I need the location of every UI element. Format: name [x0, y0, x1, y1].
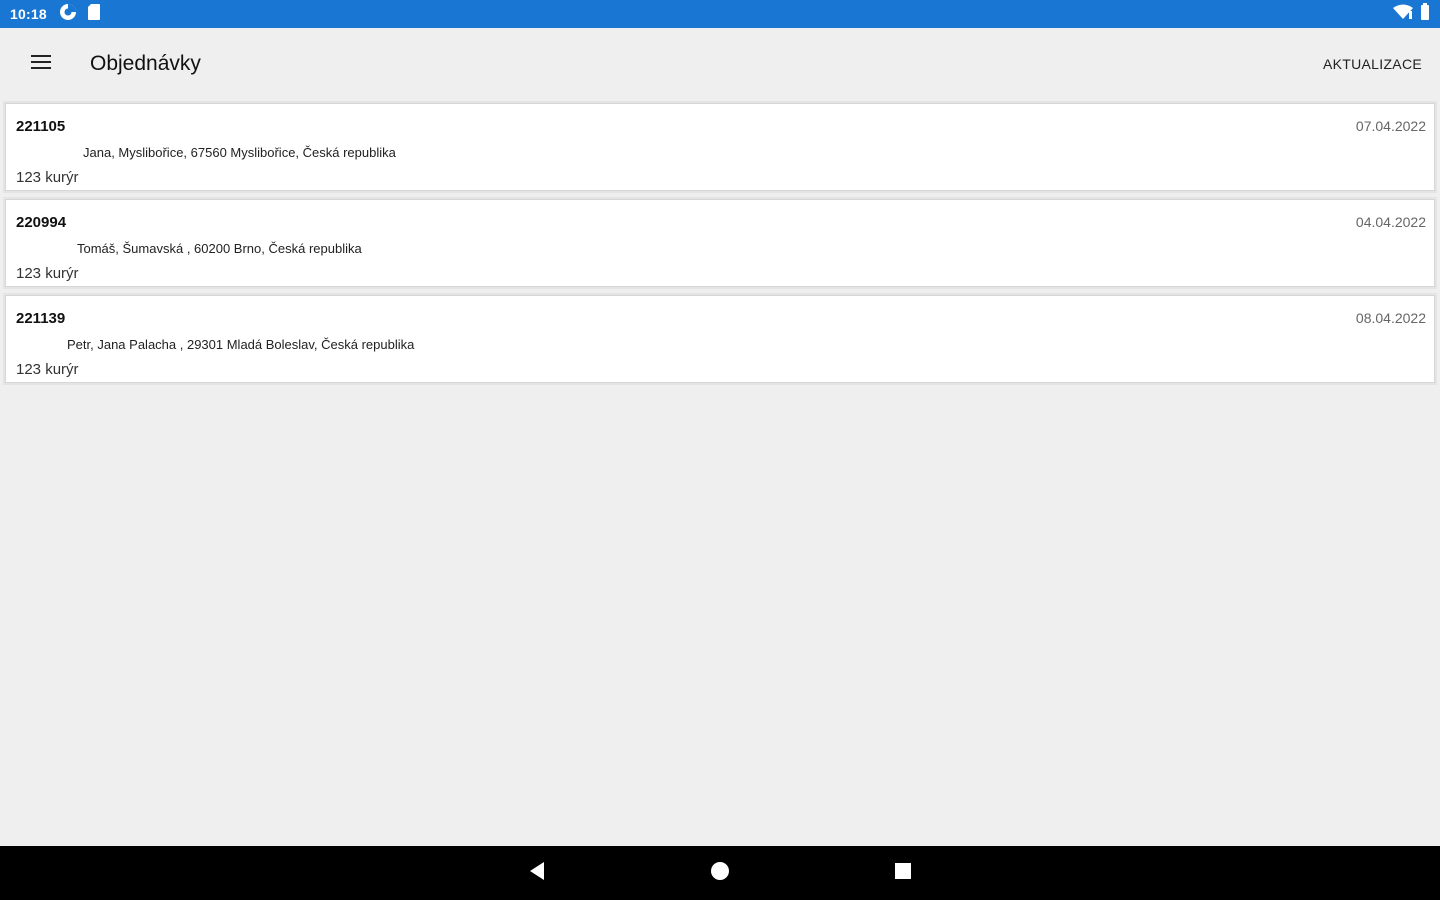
status-bar: 10:18	[0, 0, 1440, 28]
order-number: 221105	[16, 118, 66, 135]
order-courier: 123 kurýr	[16, 265, 79, 282]
order-number: 221139	[16, 310, 66, 327]
order-courier: 123 kurýr	[16, 361, 79, 378]
back-triangle-icon	[528, 861, 546, 886]
order-address: Jana, Myslibořice, 67560 Myslibořice, Če…	[83, 145, 396, 160]
data-saver-icon	[59, 3, 77, 26]
system-nav-bar	[0, 846, 1440, 900]
home-button[interactable]	[705, 858, 735, 888]
order-date: 07.04.2022	[1355, 118, 1426, 134]
status-left-icons	[59, 3, 101, 26]
page-title: Objednávky	[90, 52, 201, 75]
order-list: 221105 07.04.2022 Jana, Myslibořice, 675…	[0, 103, 1440, 391]
back-button[interactable]	[522, 858, 552, 888]
order-address: Petr, Jana Palacha , 29301 Mladá Bolesla…	[67, 337, 415, 352]
order-date: 04.04.2022	[1355, 214, 1426, 230]
home-circle-icon	[710, 861, 730, 886]
refresh-button[interactable]: AKTUALIZACE	[1323, 48, 1422, 80]
battery-icon	[1420, 2, 1430, 26]
order-courier: 123 kurýr	[16, 169, 79, 186]
hamburger-menu-icon	[30, 54, 52, 75]
status-right-icons	[1392, 2, 1430, 26]
menu-button[interactable]	[21, 44, 61, 84]
sim-card-icon	[87, 3, 101, 26]
order-card[interactable]: 220994 04.04.2022 Tomáš, Šumavská , 6020…	[5, 199, 1435, 287]
toolbar: Objednávky AKTUALIZACE	[0, 28, 1440, 100]
recents-square-icon	[894, 862, 912, 885]
order-date: 08.04.2022	[1355, 310, 1426, 326]
order-card[interactable]: 221105 07.04.2022 Jana, Myslibořice, 675…	[5, 103, 1435, 191]
recents-button[interactable]	[888, 858, 918, 888]
status-time: 10:18	[10, 6, 47, 22]
wifi-icon	[1392, 4, 1414, 25]
order-number: 220994	[16, 214, 67, 231]
order-address: Tomáš, Šumavská , 60200 Brno, Česká repu…	[77, 241, 362, 256]
order-card[interactable]: 221139 08.04.2022 Petr, Jana Palacha , 2…	[5, 295, 1435, 383]
